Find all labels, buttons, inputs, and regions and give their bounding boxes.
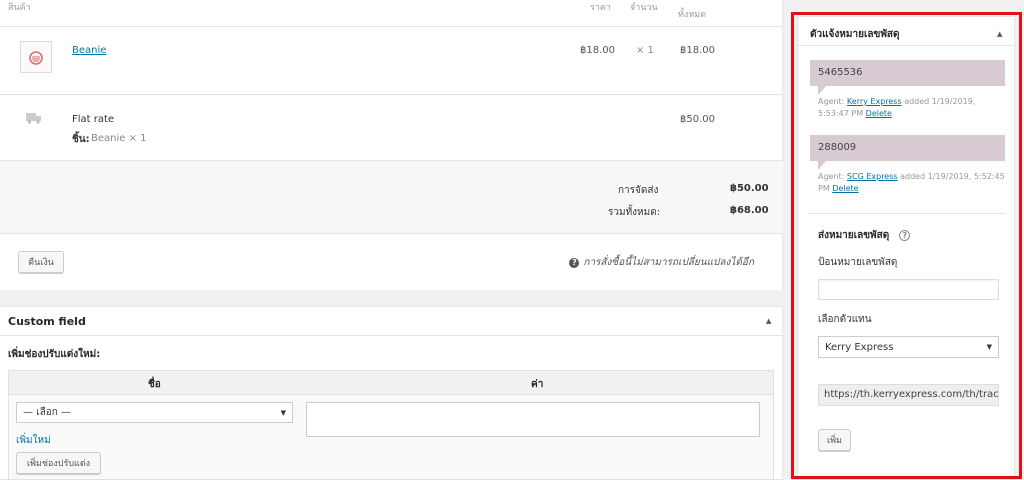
divider bbox=[0, 94, 783, 95]
order-totals bbox=[0, 160, 783, 234]
shipping-items-label: ชิ้น: bbox=[72, 134, 90, 145]
shipping-items-value: Beanie × 1 bbox=[91, 133, 147, 144]
product-link[interactable]: Beanie bbox=[72, 45, 106, 56]
order-locked-notice: ? การสั่งซื้อนี้ไม่สามารถเปลี่ยนแปลงได้อ… bbox=[569, 255, 754, 270]
product-total: ฿18.00 bbox=[680, 45, 715, 56]
order-total-label: รวมทั้งหมด: bbox=[608, 207, 661, 218]
order-items-panel bbox=[0, 0, 783, 290]
dropdown-arrow-icon: ▼ bbox=[280, 408, 286, 417]
column-header-name: ชื่อ bbox=[148, 379, 161, 390]
meta-value-textarea[interactable] bbox=[306, 402, 760, 437]
highlight-frame bbox=[791, 12, 1022, 479]
column-header-item: สินค้า bbox=[8, 3, 31, 13]
truck-icon bbox=[26, 112, 42, 127]
meta-key-select[interactable]: — เลือก — ▼ bbox=[16, 402, 293, 423]
shipping-total: ฿50.00 bbox=[680, 114, 715, 125]
product-cost: ฿18.00 bbox=[580, 45, 615, 56]
order-total-value: ฿68.00 bbox=[730, 205, 769, 216]
add-custom-field-heading: เพิ่มช่องปรับแต่งใหม่: bbox=[8, 349, 101, 360]
custom-field-title: Custom field bbox=[8, 315, 86, 328]
shipping-total-label: การจัดส่ง bbox=[618, 185, 659, 196]
shipping-total-value: ฿50.00 bbox=[730, 183, 769, 194]
notice-text: การสั่งซื้อนี้ไม่สามารถเปลี่ยนแปลงได้อีก bbox=[583, 257, 754, 268]
column-header-total: ทั้งหมด bbox=[678, 10, 707, 20]
column-header-cost: ราคา bbox=[590, 3, 611, 13]
product-image-icon[interactable] bbox=[20, 41, 52, 73]
collapse-toggle-icon[interactable]: ▲ bbox=[766, 317, 771, 325]
add-custom-field-button[interactable]: เพิ่มช่องปรับแต่ง bbox=[16, 452, 101, 474]
column-header-qty: จำนวน bbox=[630, 3, 658, 13]
add-new-link[interactable]: เพิ่มใหม่ bbox=[16, 433, 51, 448]
divider bbox=[0, 335, 783, 336]
shipping-method: Flat rate bbox=[72, 114, 115, 125]
divider bbox=[0, 26, 783, 27]
meta-key-selected: — เลือก — bbox=[23, 407, 71, 418]
refund-button[interactable]: คืนเงิน bbox=[18, 251, 64, 273]
column-header-value: ค่า bbox=[531, 379, 544, 390]
product-qty: × 1 bbox=[636, 45, 654, 56]
custom-field-table-header bbox=[9, 371, 773, 395]
help-icon: ? bbox=[569, 257, 580, 268]
